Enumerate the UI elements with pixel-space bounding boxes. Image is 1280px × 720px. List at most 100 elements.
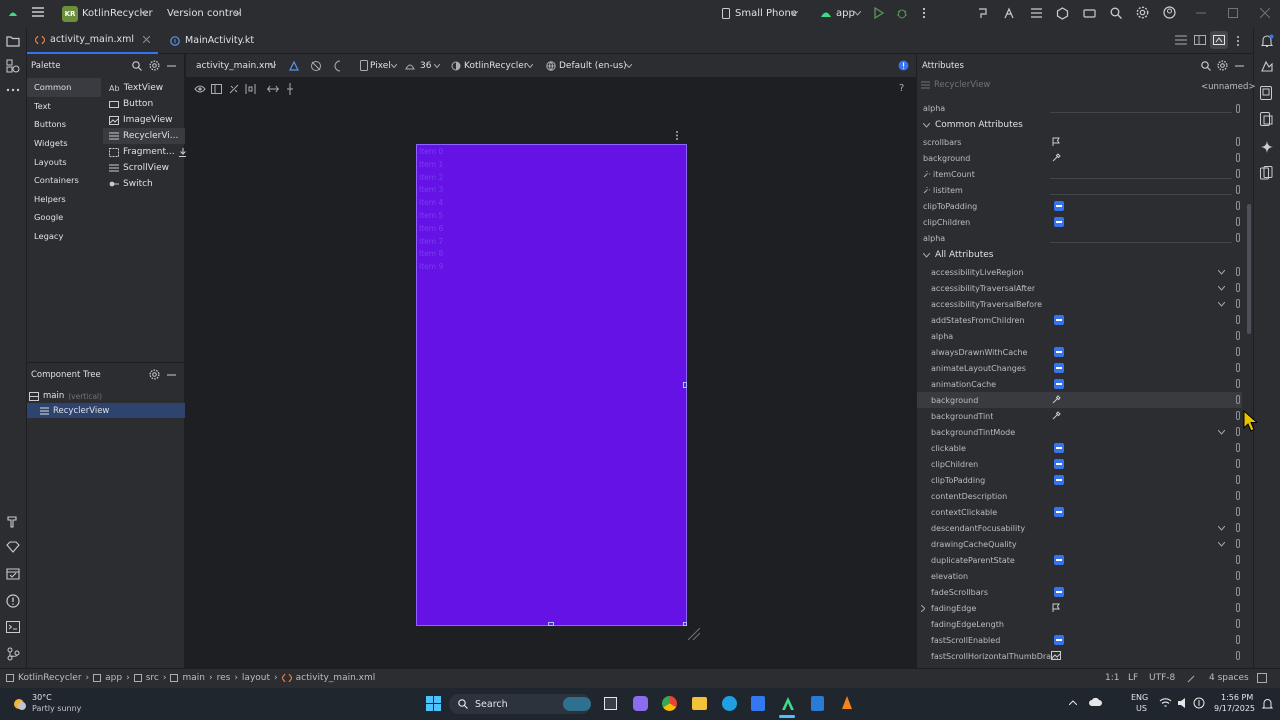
- attr-checkbox[interactable]: [1054, 507, 1064, 517]
- attr-binding-icon[interactable]: [1236, 379, 1240, 388]
- attr-binding-icon[interactable]: [1236, 299, 1240, 308]
- attr-binding-icon[interactable]: [1236, 587, 1240, 596]
- palette-widget-scrollview[interactable]: ScrollView: [103, 160, 185, 176]
- attr-binding-icon[interactable]: [1236, 233, 1240, 242]
- attr-row-alpha[interactable]: alpha: [917, 328, 1242, 344]
- sync-gradle-icon[interactable]: [977, 7, 990, 20]
- git-branch-icon[interactable]: [6, 647, 20, 661]
- build-hammer-icon[interactable]: [6, 514, 20, 528]
- attr-binding-icon[interactable]: [1236, 635, 1240, 644]
- attr-row-accessibilitytraversalafter[interactable]: accessibilityTraversalAfter: [917, 280, 1242, 296]
- device-more-vertical-icon[interactable]: [675, 130, 679, 141]
- attr-checkbox[interactable]: [1054, 201, 1064, 211]
- component-id[interactable]: <unnamed>: [1201, 82, 1256, 92]
- line-separator[interactable]: LF: [1128, 673, 1138, 683]
- device-dropdown[interactable]: Pixel: [370, 61, 391, 71]
- attr-binding-icon[interactable]: [1236, 651, 1240, 660]
- project-folder-icon[interactable]: [6, 35, 20, 47]
- chevron-down-icon[interactable]: [1218, 526, 1225, 531]
- color-picker-dropper-icon[interactable]: [1052, 395, 1061, 404]
- resize-handle-bottom[interactable]: [548, 622, 554, 626]
- store-icon[interactable]: [751, 696, 765, 711]
- tree-node-main[interactable]: main (vertical): [29, 389, 102, 403]
- minimize-window-icon[interactable]: [1196, 8, 1206, 18]
- attr-value-field[interactable]: [1050, 184, 1232, 195]
- running-devices-icon[interactable]: [1260, 112, 1273, 126]
- tree-node-recyclerview[interactable]: RecyclerView: [27, 403, 185, 418]
- attr-row-backgroundtint[interactable]: backgroundTint: [917, 408, 1242, 424]
- settings-gear-icon[interactable]: [149, 369, 160, 380]
- breadcrumb-item[interactable]: KotlinRecycler: [18, 673, 82, 683]
- help-icon[interactable]: ?: [899, 83, 904, 94]
- chevron-up-icon[interactable]: [1069, 700, 1077, 705]
- attr-binding-icon[interactable]: [1236, 443, 1240, 452]
- image-resource-icon[interactable]: [1051, 651, 1061, 660]
- attributes-scrollbar[interactable]: [1247, 204, 1251, 334]
- copilot-icon[interactable]: [633, 696, 648, 711]
- attr-row-listitem[interactable]: listitem: [917, 182, 1242, 198]
- chevron-down-icon[interactable]: [1218, 430, 1225, 435]
- palette-category-helpers[interactable]: Helpers: [27, 190, 101, 209]
- palette-category-google[interactable]: Google: [27, 208, 101, 227]
- attr-binding-icon[interactable]: [1236, 103, 1240, 113]
- palette-widget-textview[interactable]: Ab TextView: [103, 80, 185, 96]
- search-icon[interactable]: [132, 61, 142, 71]
- indent-setting[interactable]: 4 spaces: [1209, 673, 1249, 683]
- attr-row-clipchildren[interactable]: clipChildren: [917, 214, 1242, 230]
- search-icon[interactable]: [1201, 61, 1211, 71]
- caret-position[interactable]: 1:1: [1105, 673, 1119, 683]
- chevron-down-icon[interactable]: [1218, 542, 1225, 547]
- clock-date[interactable]: 9/17/2025: [1214, 704, 1255, 713]
- attr-row-cliptopadding[interactable]: clipToPadding: [917, 472, 1242, 488]
- attr-row-elevation[interactable]: elevation: [917, 568, 1242, 584]
- attr-binding-icon[interactable]: [1236, 267, 1240, 276]
- battery-icon[interactable]: [1193, 697, 1205, 709]
- terminal-icon[interactable]: [6, 621, 20, 633]
- common-attributes-header[interactable]: Common Attributes: [917, 116, 1242, 134]
- apply-changes-icon[interactable]: [1003, 7, 1016, 20]
- warning-info-icon[interactable]: [898, 60, 909, 71]
- attr-row-animationcache[interactable]: animationCache: [917, 376, 1242, 392]
- debug-icon[interactable]: [896, 7, 908, 19]
- api-level-dropdown[interactable]: 36: [420, 61, 431, 71]
- resize-handle-corner[interactable]: [683, 622, 687, 626]
- gemini-icon[interactable]: [1260, 60, 1274, 73]
- attr-binding-icon[interactable]: [1236, 539, 1240, 548]
- attr-binding-icon[interactable]: [1236, 153, 1240, 162]
- weather-desc[interactable]: Partly sunny: [32, 704, 81, 713]
- readonly-lock-icon[interactable]: [1186, 673, 1196, 683]
- chevron-down-icon[interactable]: [1218, 286, 1225, 291]
- recyclerview-preview[interactable]: Item 0 Item 1 Item 2 Item 3 Item 4 Item …: [416, 144, 687, 626]
- chrome-icon[interactable]: [662, 696, 677, 711]
- file-encoding[interactable]: UTF-8: [1149, 673, 1175, 683]
- ai-sparkle-icon[interactable]: [1260, 140, 1274, 154]
- attr-row-fadingedgelength[interactable]: fadingEdgeLength: [917, 616, 1242, 632]
- attr-checkbox[interactable]: [1054, 379, 1064, 389]
- attr-binding-icon[interactable]: [1236, 169, 1240, 178]
- attr-value-field[interactable]: [1050, 102, 1232, 113]
- task-view-icon[interactable]: [604, 697, 617, 710]
- attr-row-background[interactable]: background: [917, 150, 1242, 166]
- problems-icon[interactable]: [6, 594, 20, 608]
- attr-checkbox[interactable]: [1054, 587, 1064, 597]
- app-inspection-icon[interactable]: [6, 568, 20, 580]
- settings-gear-icon[interactable]: [149, 60, 160, 71]
- input-language[interactable]: ENG: [1131, 693, 1148, 702]
- attr-row-background[interactable]: background: [917, 392, 1242, 408]
- chevron-down-icon[interactable]: [1218, 302, 1225, 307]
- resize-handle-right[interactable]: [683, 382, 687, 388]
- theme-dropdown[interactable]: KotlinRecycler: [464, 61, 528, 71]
- more-tools-icon[interactable]: [6, 88, 20, 92]
- palette-category-legacy[interactable]: Legacy: [27, 227, 101, 246]
- palette-category-text[interactable]: Text: [27, 97, 101, 116]
- device-selector[interactable]: Small Phone: [735, 8, 797, 19]
- breadcrumb-item[interactable]: src: [146, 673, 159, 683]
- attr-binding-icon[interactable]: [1236, 185, 1240, 194]
- attr-row-duplicateparentstate[interactable]: duplicateParentState: [917, 552, 1242, 568]
- attr-checkbox[interactable]: [1054, 363, 1064, 373]
- attr-binding-icon[interactable]: [1236, 411, 1240, 420]
- weather-sun-icon[interactable]: [10, 695, 28, 713]
- palette-widget-imageview[interactable]: ImageView: [103, 112, 185, 128]
- palette-category-buttons[interactable]: Buttons: [27, 115, 101, 134]
- attr-row-clickable[interactable]: clickable: [917, 440, 1242, 456]
